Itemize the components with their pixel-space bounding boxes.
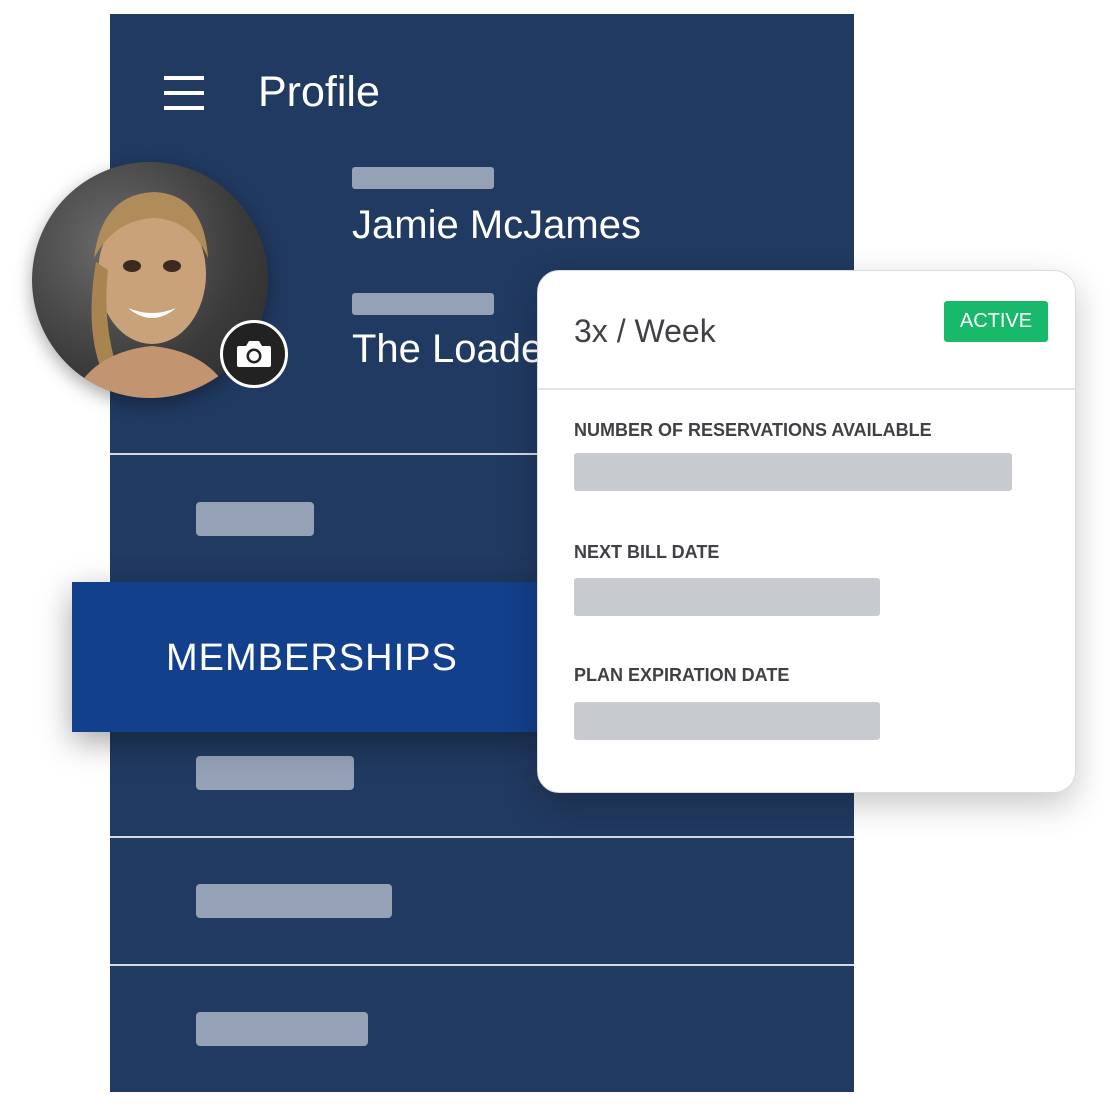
camera-icon [237, 341, 271, 367]
plan-expiration-date-label: PLAN EXPIRATION DATE [574, 665, 790, 685]
next-bill-date-label: NEXT BILL DATE [574, 542, 720, 562]
next-bill-date-value-placeholder [574, 578, 880, 616]
gym-caption-placeholder [352, 293, 494, 315]
change-photo-button[interactable] [220, 320, 288, 388]
membership-card: 3x / Week ACTIVE NUMBER OF RESERVATIONS … [537, 270, 1076, 793]
plan-name: 3x / Week [574, 313, 716, 349]
reservations-value-placeholder [574, 453, 1012, 491]
gym-name: The Loade [352, 327, 544, 371]
profile-name: Jamie McJames [352, 203, 641, 247]
page-title: Profile [258, 68, 380, 116]
hamburger-menu-icon[interactable] [164, 76, 204, 110]
menu-item-5[interactable] [110, 966, 854, 1092]
menu-item-4[interactable] [110, 838, 854, 964]
reservations-label: NUMBER OF RESERVATIONS AVAILABLE [574, 420, 932, 440]
tab-memberships-label: MEMBERSHIPS [166, 637, 458, 679]
status-badge: ACTIVE [944, 301, 1048, 342]
card-divider [538, 388, 1075, 390]
name-caption-placeholder [352, 167, 494, 189]
menu-item-placeholder [196, 1012, 368, 1046]
plan-expiration-date-value-placeholder [574, 702, 880, 740]
menu-item-placeholder [196, 884, 392, 918]
tab-memberships[interactable]: MEMBERSHIPS [72, 582, 542, 732]
menu-item-placeholder [196, 502, 314, 536]
menu-item-placeholder [196, 756, 354, 790]
